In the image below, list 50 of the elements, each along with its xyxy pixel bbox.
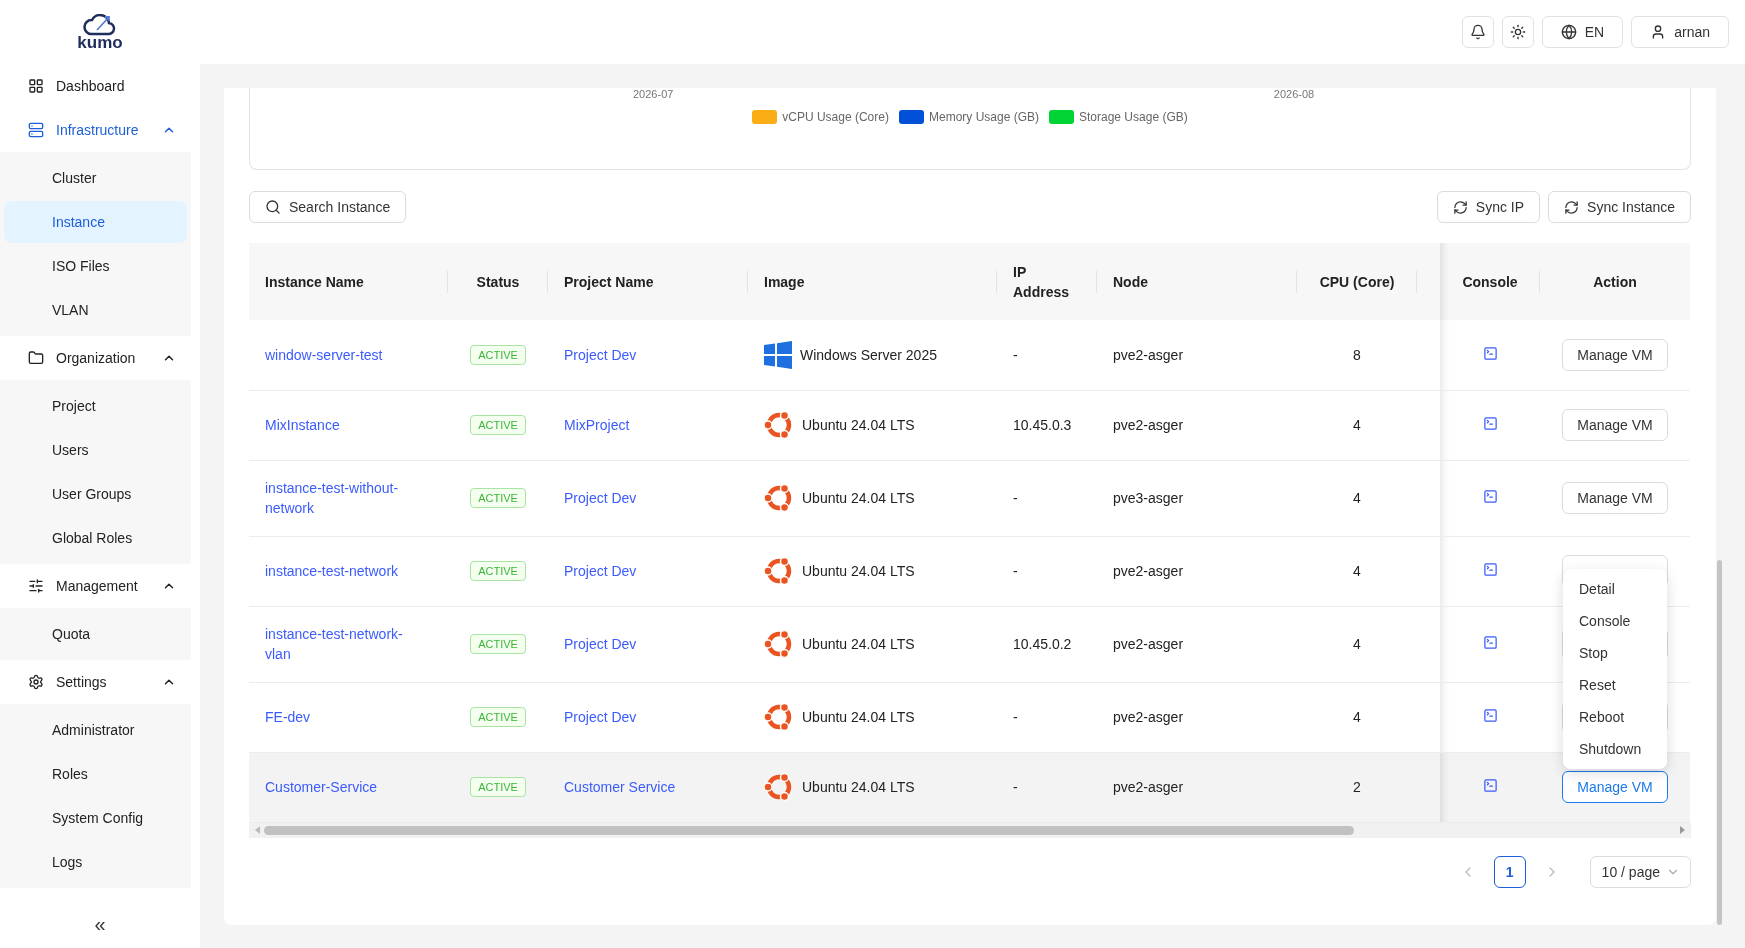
ip-address: -: [1013, 490, 1018, 506]
legend-label: Storage Usage (GB): [1079, 110, 1188, 124]
node-name: pve3-asger: [1113, 490, 1184, 506]
cpu-count: 8: [1353, 346, 1361, 363]
image-name: Ubuntu 24.04 LTS: [802, 417, 915, 433]
column-header: Node: [1097, 243, 1297, 320]
image-name: Ubuntu 24.04 LTS: [802, 490, 915, 506]
cpu-count: 4: [1353, 563, 1361, 579]
column-header: Project Name: [548, 243, 748, 320]
logo-text: kumo: [77, 33, 123, 51]
cpu-count: 2: [1353, 779, 1361, 795]
cpu-count: 4: [1353, 709, 1361, 725]
node-name: pve2-asger: [1113, 709, 1184, 725]
ip-address: -: [1013, 779, 1018, 795]
node-name: pve2-asger: [1113, 779, 1184, 795]
image-name: Ubuntu 24.04 LTS: [802, 636, 915, 652]
status-badge: ACTIVE: [470, 415, 526, 435]
axis-tick-label: 2026-08: [1273, 88, 1315, 100]
image-name: Ubuntu 24.04 LTS: [802, 779, 915, 795]
node-name: pve2-asger: [1113, 417, 1184, 433]
column-header: IP Address: [997, 243, 1097, 320]
status-badge: ACTIVE: [470, 707, 526, 727]
status-badge: ACTIVE: [470, 344, 526, 365]
ip-address: -: [1013, 563, 1018, 579]
status-badge: ACTIVE: [470, 561, 526, 581]
cpu-count: 4: [1353, 636, 1361, 652]
node-name: pve2-asger: [1113, 636, 1184, 652]
column-header: Action: [1540, 243, 1690, 320]
node-name: pve2-asger: [1113, 346, 1184, 363]
ip-address: -: [1013, 346, 1018, 363]
ip-address: 10.45.0.2: [1013, 636, 1072, 652]
cpu-count: 4: [1353, 490, 1361, 506]
status-badge: ACTIVE: [470, 634, 526, 654]
image-name: Ubuntu 24.04 LTS: [802, 709, 915, 725]
legend-label: vCPU Usage (Core): [782, 110, 889, 124]
column-header: Instance Name: [249, 243, 448, 320]
legend-label: Memory Usage (GB): [928, 110, 1039, 124]
node-name: pve2-asger: [1113, 563, 1184, 579]
axis-tick-label: 2026-07: [633, 88, 674, 100]
column-header: CPU (Core): [1297, 243, 1417, 320]
status-badge: ACTIVE: [470, 777, 526, 797]
cpu-count: 4: [1353, 417, 1361, 433]
image-name: Ubuntu 24.04 LTS: [802, 563, 915, 579]
ip-address: -: [1013, 709, 1018, 725]
column-header: Image: [748, 243, 997, 320]
status-badge: ACTIVE: [470, 488, 526, 508]
column-header: Console: [1440, 243, 1540, 320]
image-name: Windows Server 2025: [800, 346, 937, 363]
ip-address: 10.45.0.3: [1013, 417, 1072, 433]
column-header: Status: [448, 243, 548, 320]
